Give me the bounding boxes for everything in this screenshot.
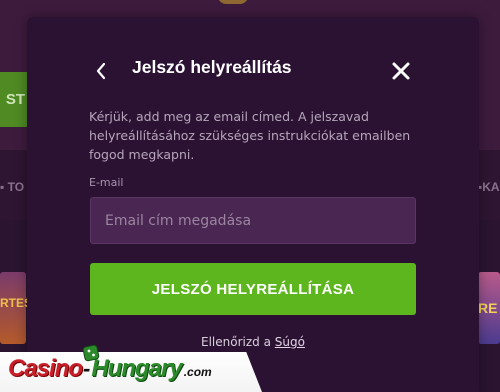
background-game-thumb-right-label: RE [478, 300, 498, 316]
watermark-hungary: Hungary [91, 355, 182, 382]
chevron-left-icon[interactable] [93, 59, 109, 83]
watermark-logo-text: Casino - Hungary .com [8, 355, 212, 389]
background-nav-item-left: ▪ TO [0, 180, 24, 194]
background-nav-right-label: KA [482, 180, 500, 194]
reset-password-button[interactable]: JELSZÓ HELYREÁLLÍTÁSA [90, 263, 416, 315]
modal-title: Jelszó helyreállítás [132, 57, 292, 77]
background-nav-left-label: TO [7, 180, 25, 194]
close-icon[interactable] [390, 60, 412, 82]
help-prefix: Ellenőrizd a [201, 335, 271, 349]
modal-header: Jelszó helyreállítás [27, 17, 479, 117]
watermark-casino: Casino [8, 355, 83, 382]
email-field[interactable] [90, 197, 416, 244]
watermark-domain: .com [183, 365, 212, 379]
email-label: E-mail [89, 176, 124, 189]
password-reset-modal: Jelszó helyreállítás Kérjük, add meg az … [27, 17, 479, 392]
dice-icon [82, 344, 102, 362]
background-nav-item-right: ▪KA [478, 180, 500, 194]
modal-description: Kérjük, add meg az email címed. A jelsza… [89, 109, 411, 162]
help-link[interactable]: Súgó [275, 335, 305, 349]
menu-icon: ▪ [0, 180, 8, 194]
casinohungary-watermark: Casino - Hungary .com [0, 352, 262, 392]
